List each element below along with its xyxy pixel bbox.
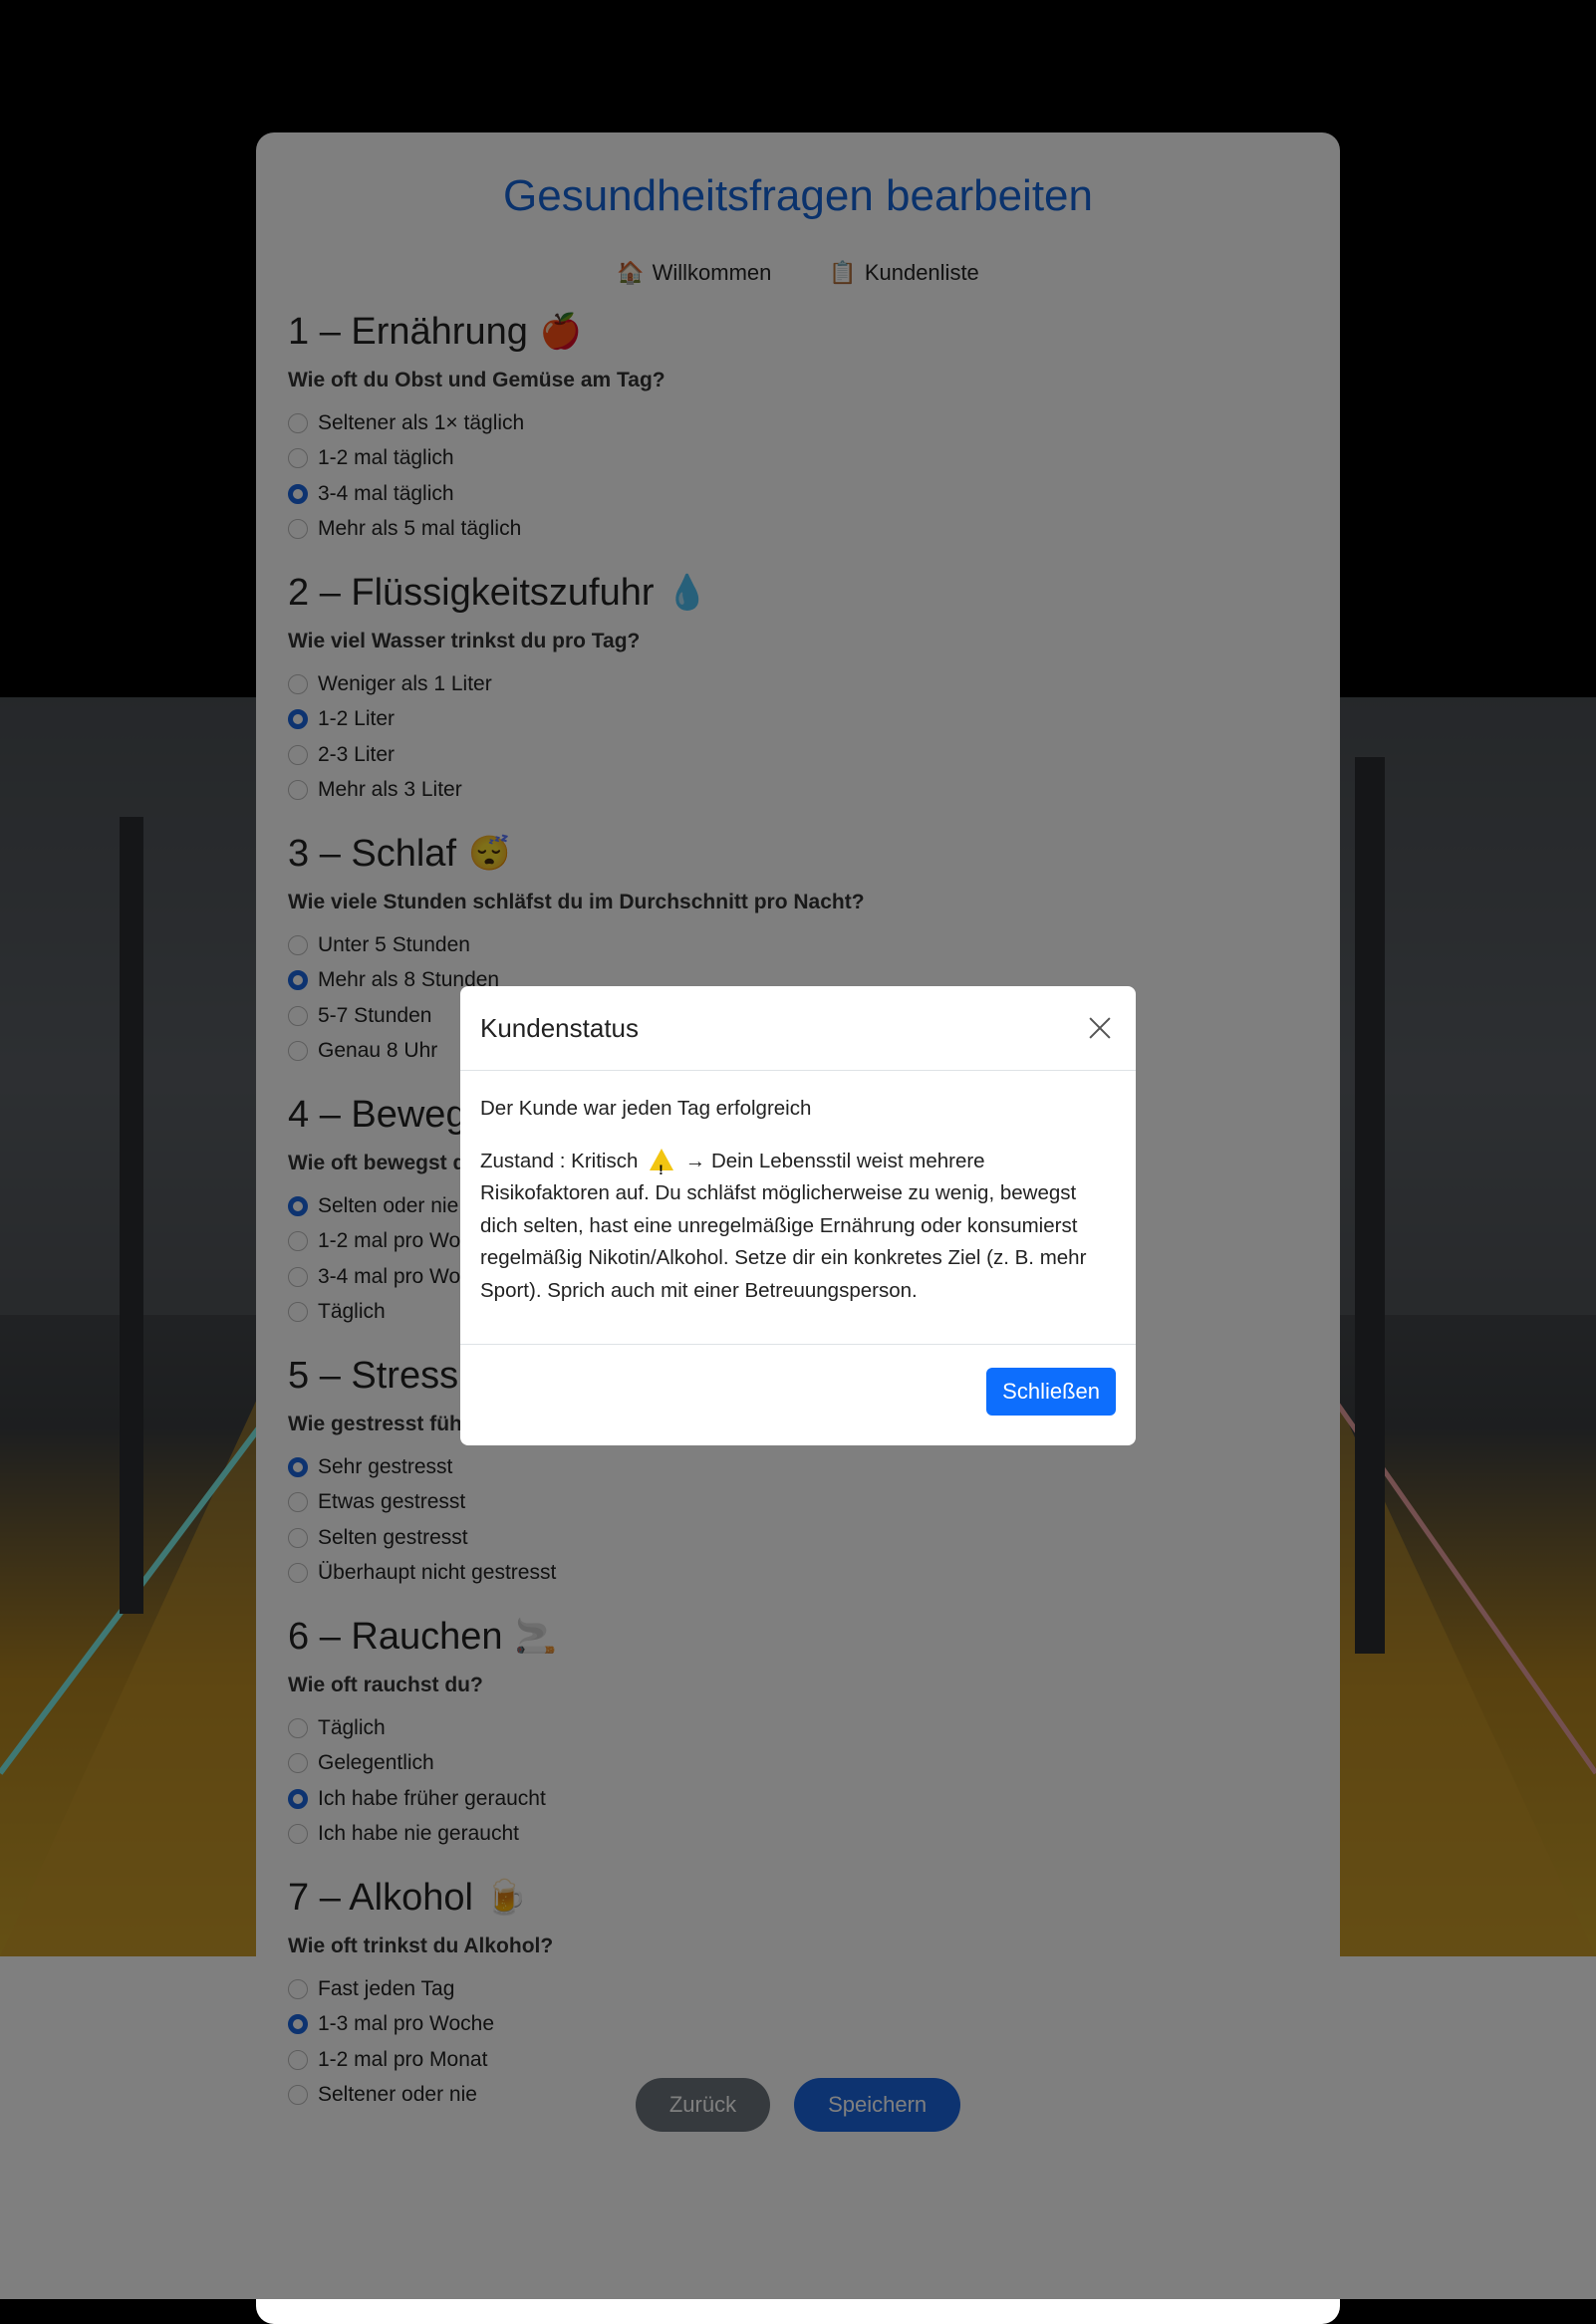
modal-footer: Schließen [460, 1344, 1136, 1437]
close-icon[interactable] [1084, 1012, 1116, 1044]
modal-message: Der Kunde war jeden Tag erfolgreich [480, 1097, 812, 1120]
modal-header: Kundenstatus [460, 986, 1136, 1071]
modal-title: Kundenstatus [480, 1012, 640, 1043]
customer-status-modal: Kundenstatus Der Kunde war jeden Tag erf… [460, 986, 1136, 1445]
modal-status: Zustand : Kritisch ! → Dein Lebensstil w… [480, 1146, 1116, 1308]
warning-icon: ! [650, 1148, 674, 1177]
close-button[interactable]: Schließen [986, 1367, 1116, 1416]
modal-body: Der Kunde war jeden Tag erfolgreich Zust… [460, 1071, 1136, 1344]
status-prefix: Zustand : Kritisch [480, 1149, 639, 1172]
